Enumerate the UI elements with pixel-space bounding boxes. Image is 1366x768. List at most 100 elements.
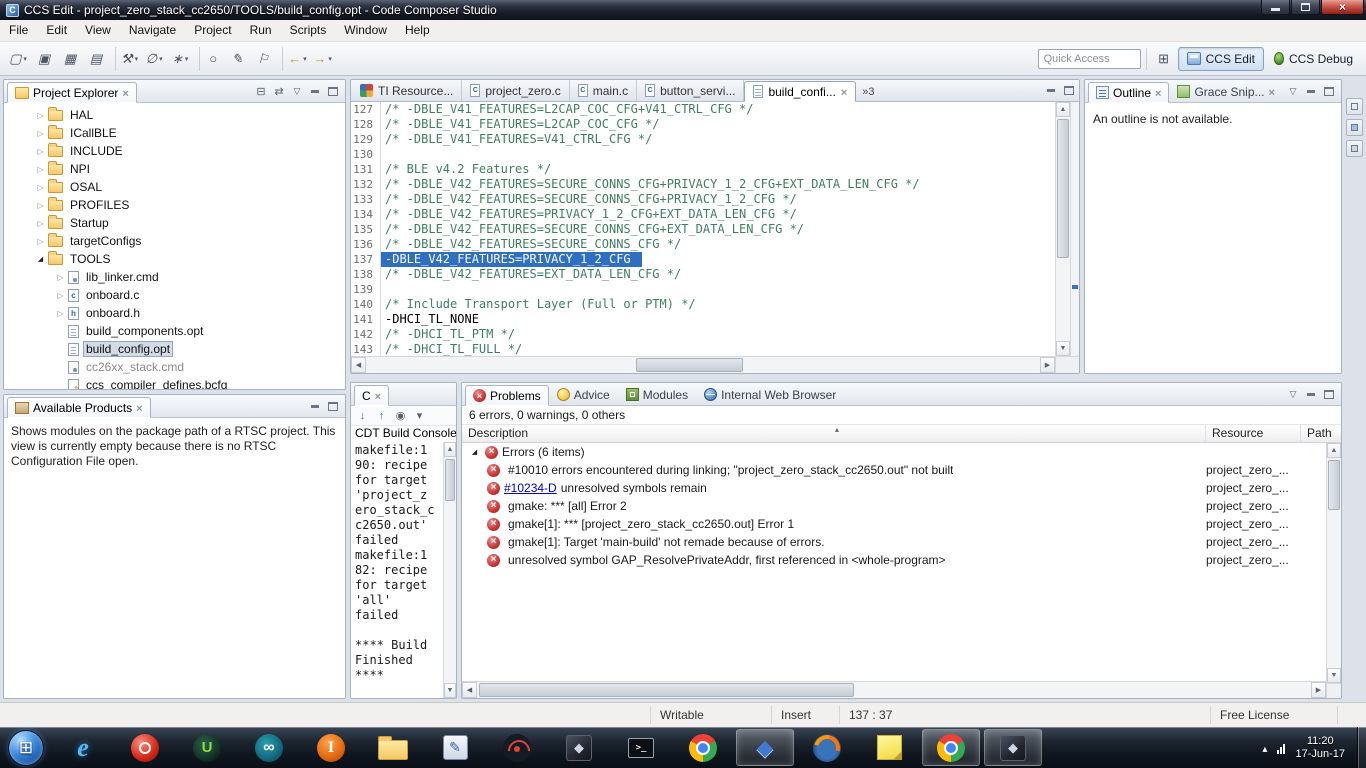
- console-tab[interactable]: C: [354, 385, 390, 406]
- tree-twisty-icon[interactable]: [54, 309, 67, 318]
- tree-item[interactable]: lib_linker.cmd: [4, 268, 345, 286]
- minimize-view-icon[interactable]: [1302, 82, 1320, 100]
- close-tab-icon[interactable]: [841, 85, 847, 99]
- tree-twisty-icon[interactable]: [34, 219, 47, 228]
- code-line[interactable]: 130: [351, 147, 1055, 162]
- problems-group-row[interactable]: Errors (6 items): [462, 443, 1341, 461]
- maximize-view-icon[interactable]: [1320, 385, 1338, 403]
- debug-button[interactable]: ∅: [142, 47, 166, 71]
- project-explorer-tab[interactable]: Project Explorer: [7, 82, 137, 103]
- hotspot-app-icon[interactable]: [488, 729, 546, 766]
- console-menu-icon[interactable]: ▾: [411, 407, 428, 424]
- tray-network-icon[interactable]: [1277, 742, 1286, 754]
- save-button[interactable]: ▣: [32, 47, 56, 71]
- windows-explorer-icon[interactable]: [364, 729, 422, 766]
- close-view-icon[interactable]: [122, 86, 128, 100]
- scrollbar-thumb[interactable]: [1057, 119, 1069, 258]
- problem-row[interactable]: #10234-D unresolved symbols remain proje…: [462, 479, 1341, 497]
- start-button[interactable]: [8, 729, 44, 766]
- infinity-app-icon[interactable]: ∞: [240, 729, 298, 766]
- annotation-marker[interactable]: [1072, 284, 1078, 289]
- code-area[interactable]: 127 /* -DBLE_V41_FEATURES=L2CAP_COC_CFG+…: [351, 102, 1055, 356]
- code-line[interactable]: 135 /* -DBLE_V42_FEATURES=SECURE_CONNS_C…: [351, 222, 1055, 237]
- firefox-icon[interactable]: [798, 729, 856, 766]
- tree-item[interactable]: ICallBLE: [4, 124, 345, 142]
- menu-item[interactable]: Navigate: [120, 20, 185, 41]
- editor-tab[interactable]: project_zero.c: [462, 80, 570, 101]
- code-line[interactable]: 139: [351, 282, 1055, 297]
- problems-view-tab[interactable]: Modules: [618, 384, 696, 405]
- minimize-view-icon[interactable]: [1302, 385, 1320, 403]
- pencil-button[interactable]: ✎: [225, 47, 249, 71]
- code-line[interactable]: 136 /* -DBLE_V42_FEATURES=SECURE_CONNS_C…: [351, 237, 1055, 252]
- console-scroll-down-icon[interactable]: ↓: [354, 407, 371, 424]
- view-menu-icon[interactable]: [1284, 82, 1302, 100]
- show-desktop-button[interactable]: [1357, 727, 1366, 768]
- menu-item[interactable]: Help: [396, 20, 439, 41]
- tree-twisty-icon[interactable]: [54, 273, 67, 282]
- print-button[interactable]: ▤: [84, 47, 108, 71]
- open-perspective-button[interactable]: [1152, 47, 1176, 71]
- build-button[interactable]: ⚒: [115, 46, 140, 71]
- group-twisty-icon[interactable]: [468, 448, 481, 456]
- tree-twisty-icon[interactable]: [34, 165, 47, 174]
- console-pin-icon[interactable]: ◉: [392, 407, 409, 424]
- problem-row[interactable]: gmake[1]: *** [project_zero_stack_cc2650…: [462, 515, 1341, 533]
- new-button[interactable]: ▢: [6, 47, 30, 71]
- problems-view-tab[interactable]: Internal Web Browser: [696, 384, 844, 405]
- editor-tab[interactable]: build_confi...: [744, 81, 857, 102]
- window-minimize-button[interactable]: [1261, 0, 1290, 15]
- tree-item[interactable]: cc26xx_stack.cmd: [4, 358, 345, 376]
- scrollbar-thumb[interactable]: [635, 358, 744, 372]
- new-wizard-button[interactable]: ∗: [168, 47, 192, 71]
- scrollbar-thumb[interactable]: [479, 683, 855, 697]
- taskbar-clock[interactable]: 11:20 17-Jun-17: [1295, 735, 1345, 761]
- tree-twisty-icon[interactable]: [34, 237, 47, 246]
- problem-row[interactable]: #10010 errors encountered during linking…: [462, 461, 1341, 479]
- scroll-up-icon[interactable]: [1327, 443, 1341, 458]
- console-output[interactable]: makefile:1 90: recipe for target 'projec…: [351, 442, 443, 698]
- forward-button[interactable]: →: [311, 47, 335, 71]
- minimize-editor-icon[interactable]: [1042, 81, 1060, 99]
- close-view-icon[interactable]: [1155, 86, 1161, 100]
- scroll-right-icon[interactable]: [1040, 357, 1055, 373]
- ccs-debug-perspective-button[interactable]: CCS Debug: [1266, 47, 1361, 71]
- problems-vertical-scrollbar[interactable]: [1326, 443, 1341, 683]
- tree-item[interactable]: targetConfigs: [4, 232, 345, 250]
- tree-twisty-icon[interactable]: [34, 111, 47, 120]
- problem-row[interactable]: gmake: *** [all] Error 2 project_zero_..…: [462, 497, 1341, 515]
- outline-view-tab[interactable]: Outline: [1088, 82, 1170, 103]
- close-view-icon[interactable]: [136, 401, 142, 415]
- sticky-notes-icon[interactable]: [860, 729, 918, 766]
- tree-item[interactable]: ccs_compiler_defines.bcfg: [4, 376, 345, 389]
- virtualbox-icon[interactable]: ◆: [736, 729, 794, 766]
- tab-overflow-indicator[interactable]: »3: [856, 86, 879, 101]
- tree-item[interactable]: Startup: [4, 214, 345, 232]
- outline-view-tab[interactable]: Grace Snip...: [1169, 81, 1282, 102]
- editor-horizontal-scrollbar[interactable]: [351, 356, 1079, 373]
- scroll-up-icon[interactable]: [1056, 102, 1070, 117]
- code-line[interactable]: 128 /* -DBLE_V41_FEATURES=L2CAP_COC_CFG …: [351, 117, 1055, 132]
- problems-view-tab[interactable]: Problems: [465, 385, 549, 406]
- menu-item[interactable]: View: [76, 20, 120, 41]
- tree-twisty-icon[interactable]: [34, 183, 47, 192]
- scrollbar-thumb[interactable]: [445, 459, 455, 501]
- internet-explorer-icon[interactable]: e: [54, 729, 112, 766]
- code-line[interactable]: 133 /* -DBLE_V42_FEATURES=SECURE_CONNS_C…: [351, 192, 1055, 207]
- maximize-editor-icon[interactable]: [1060, 81, 1078, 99]
- tree-item[interactable]: build_config.opt: [4, 340, 345, 358]
- menu-item[interactable]: Run: [241, 20, 281, 41]
- restore-view-icon[interactable]: [1346, 98, 1363, 115]
- ccs-edit-perspective-button[interactable]: CCS Edit: [1177, 46, 1264, 71]
- collapse-all-icon[interactable]: [252, 82, 270, 100]
- tree-twisty-icon[interactable]: [34, 129, 47, 138]
- chrome-icon[interactable]: [674, 729, 732, 766]
- chrome-icon-2[interactable]: [922, 729, 980, 766]
- media-app-icon[interactable]: [116, 729, 174, 766]
- menu-item[interactable]: Edit: [37, 20, 76, 41]
- scroll-up-icon[interactable]: [444, 442, 456, 457]
- code-line[interactable]: 143 /* -DHCI_TL_FULL */: [351, 342, 1055, 356]
- search-button[interactable]: ○: [199, 46, 223, 71]
- editor-tab[interactable]: main.c: [570, 80, 638, 101]
- utorrent-icon[interactable]: U: [178, 729, 236, 766]
